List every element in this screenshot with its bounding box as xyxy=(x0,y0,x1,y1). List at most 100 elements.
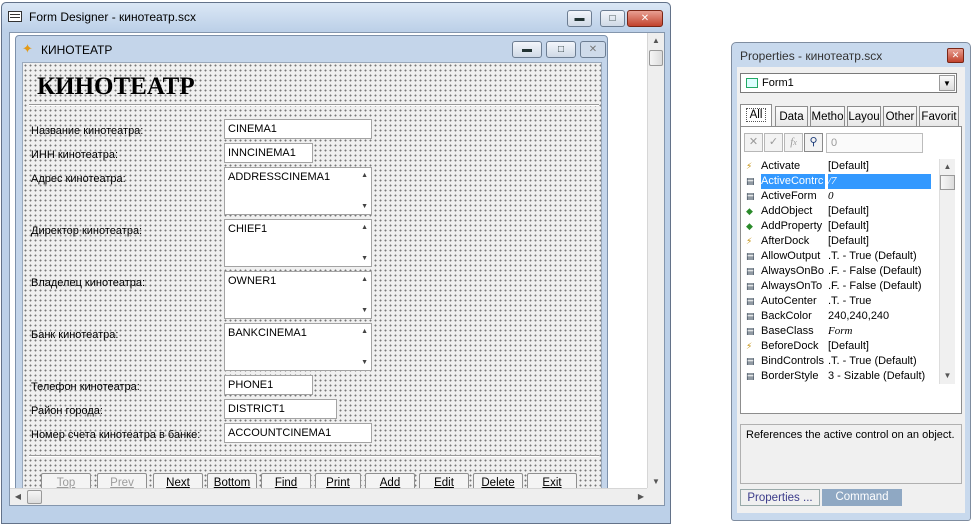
inn-textbox[interactable]: INNCINEMA1 xyxy=(224,143,313,163)
event-icon: ⚡ xyxy=(746,236,753,246)
scroll-down-icon[interactable]: ▼ xyxy=(361,203,368,210)
vertical-scrollbar[interactable]: ▲ ▼ xyxy=(647,33,664,505)
property-row[interactable]: ▤ ActiveForm 0 xyxy=(743,189,930,204)
property-row[interactable]: ⚡ Activate [Default] xyxy=(743,159,930,174)
close-icon: ✕ xyxy=(588,44,598,55)
scroll-down-icon[interactable]: ▼ xyxy=(361,359,368,366)
bank-value: BANKCINEMA1 xyxy=(228,327,307,339)
method-icon: ◆ xyxy=(746,221,753,231)
form-designer-titlebar[interactable]: Form Designer - кинотеатр.scx ▬ □ ✕ xyxy=(2,3,670,31)
scroll-down-icon[interactable]: ▼ xyxy=(940,368,955,384)
address-editbox[interactable]: ADDRESSCINEMA1 ▲ ▼ xyxy=(224,167,372,215)
form-close-button[interactable]: ✕ xyxy=(580,41,606,58)
property-row[interactable]: ⚡ BeforeDock [Default] xyxy=(743,339,930,354)
scroll-left-icon[interactable]: ◀ xyxy=(10,489,26,505)
account-textbox[interactable]: ACCOUNTCINEMA1 xyxy=(224,423,372,443)
property-description: References the active control on an obje… xyxy=(740,424,962,484)
field-label-name: Название кинотеатра: xyxy=(31,125,144,137)
heading-divider xyxy=(29,104,599,106)
tab-command-bottom[interactable]: Command xyxy=(822,489,902,506)
property-row[interactable]: ▤ BackColor 240,240,240 xyxy=(743,309,930,324)
property-icon: ▤ xyxy=(746,311,755,321)
minimize-button[interactable]: ▬ xyxy=(567,10,592,27)
property-row[interactable]: ▤ BaseClass Form xyxy=(743,324,930,339)
bank-editbox[interactable]: BANKCINEMA1 ▲ ▼ xyxy=(224,323,372,371)
event-icon: ⚡ xyxy=(746,161,753,171)
form-window[interactable]: ✦ КИНОТЕАТР ▬ □ ✕ КИНОТЕАТР Название кин… xyxy=(15,35,608,505)
name-textbox[interactable]: CINEMA1 xyxy=(224,119,372,139)
zoom-icon[interactable]: ⚲ xyxy=(804,133,823,152)
scroll-up-icon[interactable]: ▲ xyxy=(361,172,368,179)
tab-data[interactable]: Data xyxy=(775,106,808,127)
property-icon: ▤ xyxy=(746,356,755,366)
vertical-scroll-thumb[interactable] xyxy=(649,50,663,66)
form-designer-client: ✦ КИНОТЕАТР ▬ □ ✕ КИНОТЕАТР Название кин… xyxy=(9,32,665,506)
form-designer-title: Form Designer - кинотеатр.scx xyxy=(29,10,196,24)
tab-all[interactable]: All xyxy=(740,104,772,127)
property-row[interactable]: ◆ AddObject [Default] xyxy=(743,204,930,219)
property-icon: ▤ xyxy=(746,281,755,291)
form-minimize-button[interactable]: ▬ xyxy=(512,41,542,58)
method-icon: ◆ xyxy=(746,206,753,216)
property-list-scrollbar[interactable]: ▲ ▼ xyxy=(939,159,955,384)
property-icon: ▤ xyxy=(746,326,755,336)
properties-close-button[interactable]: ✕ xyxy=(947,48,964,63)
scroll-up-icon[interactable]: ▲ xyxy=(361,328,368,335)
field-label-address: Адрес кинотеатра: xyxy=(31,173,126,185)
property-row[interactable]: ▤ BindControls .T. - True (Default) xyxy=(743,354,930,369)
form-icon xyxy=(746,78,758,88)
property-row[interactable]: ▤ AutoCenter .T. - True xyxy=(743,294,930,309)
field-label-account: Номер счета кинотеатра в банке: xyxy=(31,429,201,441)
tab-favorites[interactable]: Favorit xyxy=(919,106,959,127)
tab-methods[interactable]: Metho xyxy=(810,106,845,127)
property-row[interactable]: ▤ AlwaysOnTo .F. - False (Default) xyxy=(743,279,930,294)
chevron-down-icon[interactable]: ▼ xyxy=(939,75,955,91)
property-list-scroll-thumb[interactable] xyxy=(940,175,955,190)
horizontal-scroll-thumb[interactable] xyxy=(27,490,42,504)
property-row[interactable]: ▤ BorderStyle 3 - Sizable (Default) xyxy=(743,369,930,384)
field-label-inn: ИНН кинотеатра: xyxy=(31,149,118,161)
form-designer-window[interactable]: Form Designer - кинотеатр.scx ▬ □ ✕ ✦ КИ… xyxy=(1,2,671,524)
properties-tab-panel: ✕ ✓ fx ⚲ 0 ⚡ Activate [Default] ▤ Active… xyxy=(740,126,962,414)
scroll-up-icon[interactable]: ▲ xyxy=(361,276,368,283)
properties-body: Form1 ▼ All Data Metho Layou Other Favor… xyxy=(737,67,965,513)
scroll-up-icon[interactable]: ▲ xyxy=(648,33,664,49)
cancel-icon[interactable]: ✕ xyxy=(744,133,763,152)
scroll-down-icon[interactable]: ▼ xyxy=(361,307,368,314)
chief-editbox[interactable]: CHIEF1 ▲ ▼ xyxy=(224,219,372,267)
property-row[interactable]: ◆ AddProperty [Default] xyxy=(743,219,930,234)
property-row[interactable]: ▤ AllowOutput .T. - True (Default) xyxy=(743,249,930,264)
tab-properties-bottom[interactable]: Properties ... xyxy=(740,489,820,506)
accept-icon[interactable]: ✓ xyxy=(764,133,783,152)
field-label-chief: Директор кинотеатра: xyxy=(31,225,143,237)
properties-title: Properties - кинотеатр.scx xyxy=(740,49,883,63)
function-icon[interactable]: fx xyxy=(784,133,803,152)
form-titlebar[interactable]: ✦ КИНОТЕАТР ▬ □ ✕ xyxy=(16,36,607,62)
horizontal-scrollbar[interactable]: ◀ ▶ xyxy=(10,488,649,505)
fox-icon: ✦ xyxy=(22,41,33,56)
owner-editbox[interactable]: OWNER1 ▲ ▼ xyxy=(224,271,372,319)
field-label-district: Район города: xyxy=(31,405,103,417)
form-maximize-button[interactable]: □ xyxy=(546,41,576,58)
form-title: КИНОТЕАТР xyxy=(41,43,113,57)
tab-other[interactable]: Other xyxy=(883,106,917,127)
district-textbox[interactable]: DISTRICT1 xyxy=(224,399,337,419)
object-selector[interactable]: Form1 ▼ xyxy=(740,73,957,93)
buttons-divider xyxy=(29,455,599,457)
close-button[interactable]: ✕ xyxy=(627,10,663,27)
property-list[interactable]: ⚡ Activate [Default] ▤ ActiveContrc /7 ▤… xyxy=(743,159,948,384)
scroll-down-icon[interactable]: ▼ xyxy=(361,255,368,262)
maximize-button[interactable]: □ xyxy=(600,10,625,27)
property-row[interactable]: ▤ AlwaysOnBo .F. - False (Default) xyxy=(743,264,930,279)
property-row[interactable]: ⚡ AfterDock [Default] xyxy=(743,234,930,249)
scroll-up-icon[interactable]: ▲ xyxy=(361,224,368,231)
form-designer-icon xyxy=(8,11,22,22)
property-row-selected[interactable]: ▤ ActiveContrc /7 xyxy=(743,174,931,189)
scroll-up-icon[interactable]: ▲ xyxy=(940,159,955,175)
phone-textbox[interactable]: PHONE1 xyxy=(224,375,313,395)
properties-window[interactable]: Properties - кинотеатр.scx ✕ Form1 ▼ All… xyxy=(731,42,971,521)
form-canvas[interactable]: КИНОТЕАТР Название кинотеатра: CINEMA1 И… xyxy=(22,62,602,505)
tab-layout[interactable]: Layou xyxy=(847,106,881,127)
address-value: ADDRESSCINEMA1 xyxy=(228,171,331,183)
property-value-input[interactable]: 0 xyxy=(826,133,923,153)
